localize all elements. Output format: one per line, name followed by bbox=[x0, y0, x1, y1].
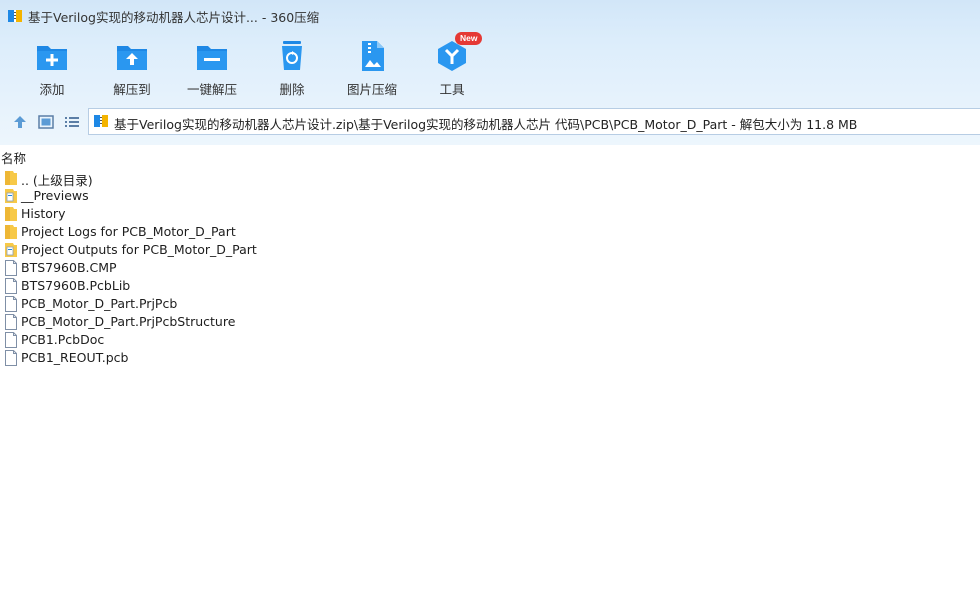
one-click-extract-icon bbox=[197, 46, 227, 70]
item-name: BTS7960B.CMP bbox=[21, 260, 117, 275]
window-chrome: 基于Verilog实现的移动机器人芯片设计... - 360压缩 添加 解压到 … bbox=[0, 0, 980, 145]
image-compress-button[interactable]: 图片压缩 bbox=[337, 40, 407, 100]
file-icon bbox=[5, 350, 17, 366]
list-item-project-logs[interactable]: Project Logs for PCB_Motor_D_Part bbox=[0, 223, 980, 241]
list-item-file[interactable]: PCB1.PcbDoc bbox=[0, 331, 980, 349]
list-item-history[interactable]: History bbox=[0, 205, 980, 223]
address-path: 基于Verilog实现的移动机器人芯片设计.zip\基于Verilog实现的移动… bbox=[114, 117, 858, 132]
column-header: 名称 bbox=[0, 145, 980, 167]
delete-button[interactable]: 删除 bbox=[257, 40, 327, 100]
tools-button[interactable]: New 工具 bbox=[417, 32, 487, 100]
item-name: History bbox=[21, 206, 66, 221]
item-name: BTS7960B.PcbLib bbox=[21, 278, 131, 293]
title-bar: 基于Verilog实现的移动机器人芯片设计... - 360压缩 bbox=[0, 0, 980, 32]
tools-icon-wrap: New bbox=[435, 32, 483, 72]
list-item-file[interactable]: BTS7960B.CMP bbox=[0, 259, 980, 277]
extract-to-button-label: 解压到 bbox=[113, 82, 151, 97]
list-item-previews[interactable]: __Previews bbox=[0, 187, 980, 205]
file-icon bbox=[5, 332, 17, 348]
list-item-project-outputs[interactable]: Project Outputs for PCB_Motor_D_Part bbox=[0, 241, 980, 259]
folder-icon bbox=[5, 225, 17, 239]
file-icon bbox=[5, 260, 17, 276]
item-name: Project Outputs for PCB_Motor_D_Part bbox=[21, 242, 257, 257]
item-name: Project Logs for PCB_Motor_D_Part bbox=[21, 224, 236, 239]
add-button-label: 添加 bbox=[39, 82, 65, 97]
folder-file-icon bbox=[5, 189, 17, 203]
tools-button-label: 工具 bbox=[439, 82, 465, 97]
file-list: .. (上级目录) __Previews History Project Log… bbox=[0, 169, 980, 367]
thumbnail-view-icon[interactable] bbox=[37, 113, 55, 131]
extract-to-button[interactable]: 解压到 bbox=[97, 40, 167, 100]
list-item-file[interactable]: BTS7960B.PcbLib bbox=[0, 277, 980, 295]
folder-icon bbox=[5, 207, 17, 221]
window-title: 基于Verilog实现的移动机器人芯片设计... - 360压缩 bbox=[28, 10, 320, 25]
item-name: PCB_Motor_D_Part.PrjPcb bbox=[21, 296, 178, 311]
file-icon bbox=[5, 278, 17, 294]
one-click-extract-button[interactable]: 一键解压 bbox=[177, 40, 247, 100]
image-compress-button-label: 图片压缩 bbox=[346, 82, 397, 97]
list-item-parent-dir[interactable]: .. (上级目录) bbox=[0, 169, 980, 188]
file-icon bbox=[5, 296, 17, 312]
up-arrow-icon[interactable] bbox=[11, 113, 29, 131]
list-item-file[interactable]: PCB_Motor_D_Part.PrjPcbStructure bbox=[0, 313, 980, 331]
address-bar[interactable]: 基于Verilog实现的移动机器人芯片设计.zip\基于Verilog实现的移动… bbox=[88, 108, 980, 135]
archive-file-icon bbox=[94, 115, 108, 127]
folder-file-icon bbox=[5, 243, 17, 257]
new-badge: New bbox=[455, 32, 483, 45]
item-name: PCB1_REOUT.pcb bbox=[21, 350, 129, 365]
item-name: __Previews bbox=[21, 188, 89, 203]
extract-to-icon bbox=[117, 46, 147, 70]
add-icon bbox=[37, 46, 67, 70]
one-click-extract-button-label: 一键解压 bbox=[186, 82, 237, 97]
list-item-file[interactable]: PCB_Motor_D_Part.PrjPcb bbox=[0, 295, 980, 313]
add-button[interactable]: 添加 bbox=[17, 40, 87, 100]
archive-app-icon bbox=[8, 10, 22, 22]
folder-icon bbox=[5, 171, 17, 185]
list-view-icon[interactable] bbox=[63, 113, 81, 131]
image-compress-icon bbox=[362, 41, 384, 71]
file-icon bbox=[5, 314, 17, 330]
column-header-name[interactable]: 名称 bbox=[1, 148, 26, 167]
delete-icon bbox=[282, 41, 302, 70]
list-item-file[interactable]: PCB1_REOUT.pcb bbox=[0, 349, 980, 367]
item-name: PCB1.PcbDoc bbox=[21, 332, 105, 347]
delete-button-label: 删除 bbox=[279, 82, 305, 97]
item-name: PCB_Motor_D_Part.PrjPcbStructure bbox=[21, 314, 236, 329]
